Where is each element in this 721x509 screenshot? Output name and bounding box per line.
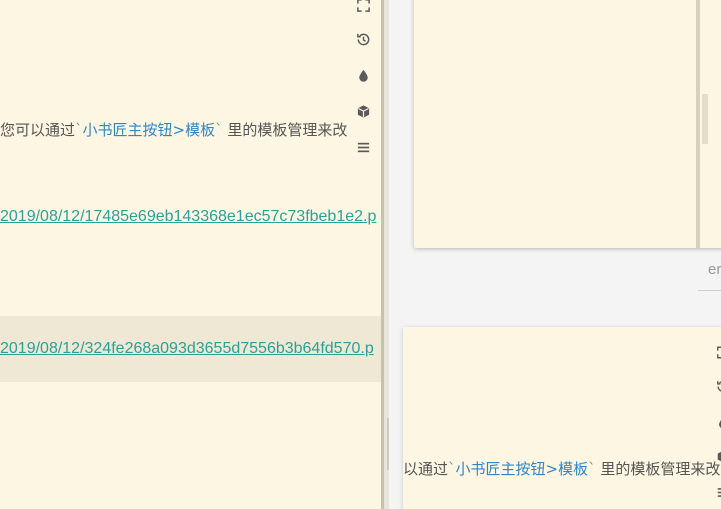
preview-text-line: 以通过`小书匠主按钮>模板` 里的模板管理来改 (403, 458, 720, 479)
fullscreen-icon[interactable] (352, 0, 374, 16)
preview-toolbar (716, 335, 721, 505)
menu-icon[interactable] (716, 483, 721, 501)
inline-code: 小书匠主按钮>模板 (82, 121, 216, 139)
history-icon[interactable] (352, 28, 374, 50)
inline-code: 小书匠主按钮>模板 (455, 460, 589, 478)
editor-link-line-2: 2019/08/12/324fe268a093d3655d7556b3b64fd… (0, 339, 374, 358)
editor-pane[interactable]: 您可以通过`小书匠主按钮>模板` 里的模板管理来改 2019/08/12/174… (0, 0, 381, 509)
code-tick-open: ` (448, 460, 456, 478)
editor-link-line-1: 2019/08/12/17485e69eb143368e1ec57c73fbeb… (0, 207, 376, 226)
preview-card-top (414, 0, 721, 248)
theme-drop-icon[interactable] (352, 64, 374, 86)
preview-area: er 以通过`小书匠主按钮>模板` 里的模板管理来改 (389, 0, 721, 509)
image-link-2[interactable]: 2019/08/12/324fe268a093d3655d7556b3b64fd… (0, 340, 374, 357)
package-icon[interactable] (352, 100, 374, 122)
line-suffix: 里的模板管理来改 (227, 121, 348, 139)
editor-toolbar (352, 0, 374, 160)
search-input-text: er (708, 261, 721, 278)
card-scrollbar-thumb[interactable] (702, 94, 708, 144)
card-divider-line (696, 0, 700, 248)
menu-icon[interactable] (352, 136, 374, 158)
pane-divider-line (381, 0, 384, 509)
line-prefix: 您可以通过 (0, 121, 76, 139)
preview-card-bottom: 以通过`小书匠主按钮>模板` 里的模板管理来改 (403, 327, 721, 509)
editor-text-line: 您可以通过`小书匠主按钮>模板` 里的模板管理来改 (0, 119, 347, 140)
search-field[interactable]: er (698, 250, 721, 291)
line-suffix: 里的模板管理来改 (600, 460, 721, 478)
code-tick-open: ` (75, 121, 83, 139)
code-tick-close: ` (588, 460, 596, 478)
history-icon[interactable] (716, 377, 721, 395)
app-window: 您可以通过`小书匠主按钮>模板` 里的模板管理来改 2019/08/12/174… (0, 0, 721, 509)
code-tick-close: ` (215, 121, 223, 139)
line-prefix: 以通过 (403, 460, 449, 478)
image-link-1[interactable]: 2019/08/12/17485e69eb143368e1ec57c73fbeb… (0, 208, 376, 225)
theme-drop-icon[interactable] (716, 413, 721, 431)
fullscreen-icon[interactable] (716, 343, 721, 361)
